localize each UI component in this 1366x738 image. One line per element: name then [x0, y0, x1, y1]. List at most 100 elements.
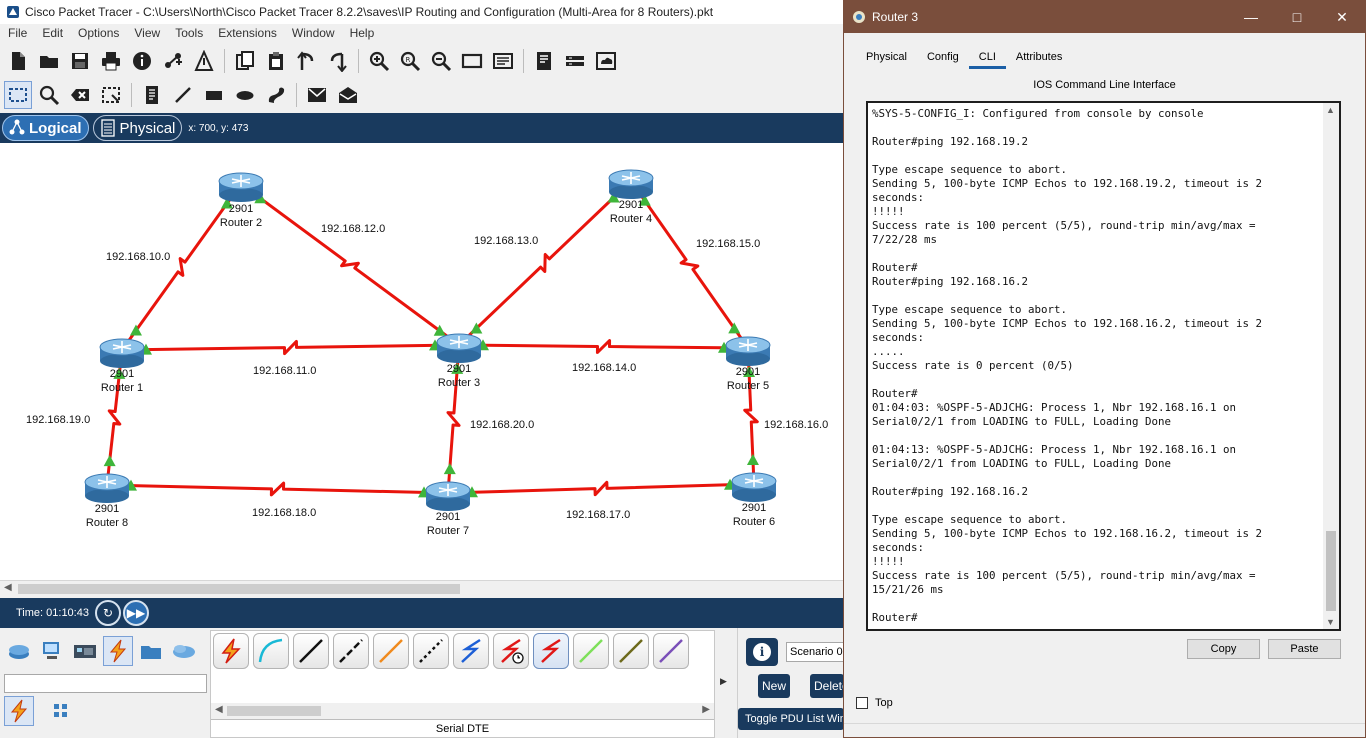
connections-icon[interactable] [103, 636, 133, 666]
automatic-cable-icon[interactable] [213, 633, 249, 669]
copper-cross-over-icon[interactable] [333, 633, 369, 669]
phone-cable-icon[interactable] [413, 633, 449, 669]
delete-icon[interactable] [66, 81, 94, 109]
usb-cable-icon[interactable] [653, 633, 689, 669]
toggle-pdu-list-button[interactable]: Toggle PDU List Window [738, 708, 844, 730]
logical-view-tab[interactable]: Logical [2, 115, 89, 141]
print-icon[interactable] [97, 47, 125, 75]
scrollbar-thumb[interactable] [227, 706, 321, 716]
inspect-icon[interactable] [35, 81, 63, 109]
fast-forward-time-icon[interactable]: ▶▶ [122, 600, 149, 626]
router-label[interactable]: 2901 Router 8 [77, 502, 137, 530]
scroll-left-arrow-icon[interactable]: ◀ [215, 704, 223, 715]
router-label[interactable]: 2901 Router 7 [418, 510, 478, 538]
new-file-icon[interactable] [4, 47, 32, 75]
resize-icon[interactable] [97, 81, 125, 109]
activity-wizard-icon[interactable] [190, 47, 218, 75]
menu-extensions[interactable]: Extensions [218, 26, 277, 40]
copy-icon[interactable] [231, 47, 259, 75]
tab-attributes[interactable]: Attributes [1006, 45, 1072, 69]
console-cable-icon[interactable] [253, 633, 289, 669]
coaxial-cable-icon[interactable] [453, 633, 489, 669]
menu-window[interactable]: Window [292, 26, 335, 40]
collapse-panel-arrow-icon[interactable]: ▶ [720, 676, 727, 687]
router-label[interactable]: 2901 Router 1 [92, 367, 152, 395]
open-folder-icon[interactable] [35, 47, 63, 75]
end-devices-icon[interactable] [37, 636, 67, 666]
cli-terminal[interactable]: Router# %SYS-5-CONFIG_I: Configured from… [866, 101, 1341, 631]
rectangle-icon[interactable] [200, 81, 228, 109]
logical-workspace[interactable]: 192.168.10.0 192.168.12.0 192.168.13.0 192.… [0, 143, 843, 580]
scrollbar-thumb[interactable] [18, 584, 460, 594]
zoom-in-icon[interactable] [365, 47, 393, 75]
line-icon[interactable] [169, 81, 197, 109]
scroll-right-arrow-icon[interactable]: ▶ [702, 704, 710, 715]
scroll-up-arrow-icon[interactable]: ▲ [1326, 105, 1335, 115]
top-checkbox[interactable]: Top [856, 697, 893, 709]
custom-devices-icon[interactable] [489, 47, 517, 75]
menu-tools[interactable]: Tools [175, 26, 203, 40]
viewport-icon[interactable] [530, 47, 558, 75]
redo-icon[interactable] [324, 47, 352, 75]
components-icon[interactable] [70, 636, 100, 666]
tab-physical[interactable]: Physical [856, 45, 917, 69]
menu-file[interactable]: File [8, 26, 27, 40]
ellipse-icon[interactable] [231, 81, 259, 109]
copper-straight-through-icon[interactable] [293, 633, 329, 669]
new-scenario-button[interactable]: New [758, 674, 790, 698]
paste-icon[interactable] [262, 47, 290, 75]
close-icon[interactable]: ✕ [1319, 1, 1365, 33]
drawing-palette-icon[interactable] [458, 47, 486, 75]
miscellaneous-icon[interactable] [136, 636, 166, 666]
iot-cable-icon[interactable] [613, 633, 649, 669]
serial-dce-icon[interactable] [493, 633, 529, 669]
multiuser-icon[interactable] [169, 636, 199, 666]
menu-help[interactable]: Help [350, 26, 375, 40]
scroll-down-arrow-icon[interactable]: ▼ [1326, 617, 1335, 627]
minimize-icon[interactable]: — [1228, 1, 1274, 33]
connections-auto-icon[interactable] [4, 696, 34, 726]
router-label[interactable]: 2901 Router 2 [211, 202, 271, 230]
tab-config[interactable]: Config [917, 45, 969, 69]
menu-options[interactable]: Options [78, 26, 119, 40]
router-label[interactable]: 2901 Router 5 [718, 365, 778, 393]
router-label[interactable]: 2901 Router 3 [429, 362, 489, 390]
complex-pdu-icon[interactable] [334, 81, 362, 109]
fiber-cable-icon[interactable] [373, 633, 409, 669]
copy-button[interactable]: Copy [1187, 639, 1260, 659]
scenario-select[interactable]: Scenario 0 [786, 642, 846, 662]
serial-dte-icon[interactable] [533, 633, 569, 669]
save-icon[interactable] [66, 47, 94, 75]
connections-grid-icon[interactable] [46, 696, 76, 726]
terminal-scrollbar[interactable]: ▲ ▼ [1323, 103, 1339, 629]
device-search-input[interactable] [4, 674, 207, 693]
note-icon[interactable] [138, 81, 166, 109]
octal-cable-icon[interactable] [573, 633, 609, 669]
network-devices-icon[interactable] [4, 636, 34, 666]
info-icon[interactable] [128, 47, 156, 75]
menu-view[interactable]: View [134, 26, 160, 40]
router-label[interactable]: 2901 Router 6 [724, 501, 784, 529]
network-icon[interactable] [159, 47, 187, 75]
simple-pdu-icon[interactable] [303, 81, 331, 109]
router-label[interactable]: 2901 Router 4 [601, 198, 661, 226]
router-dialog-icon[interactable] [561, 47, 589, 75]
menu-edit[interactable]: Edit [42, 26, 63, 40]
scenario-info-button[interactable]: i [746, 638, 778, 666]
undo-icon[interactable] [293, 47, 321, 75]
delete-scenario-button[interactable]: Delete [810, 674, 844, 698]
power-cycle-devices-icon[interactable]: ↻ [94, 600, 121, 626]
top-checkbox-box[interactable] [856, 697, 868, 709]
workspace-horizontal-scrollbar[interactable]: ◀ [0, 580, 843, 596]
zoom-out-icon[interactable] [427, 47, 455, 75]
select-icon[interactable] [4, 81, 32, 109]
physical-view-tab[interactable]: Physical [92, 115, 183, 141]
cable-list-scrollbar[interactable]: ◀ ▶ [211, 703, 714, 719]
maximize-icon[interactable]: □ [1274, 1, 1320, 33]
freeform-icon[interactable] [262, 81, 290, 109]
scrollbar-thumb[interactable] [1326, 531, 1336, 611]
paste-button[interactable]: Paste [1268, 639, 1341, 659]
cloud-icon[interactable] [592, 47, 620, 75]
scroll-left-arrow-icon[interactable]: ◀ [4, 582, 12, 593]
tab-cli[interactable]: CLI [968, 45, 1006, 69]
